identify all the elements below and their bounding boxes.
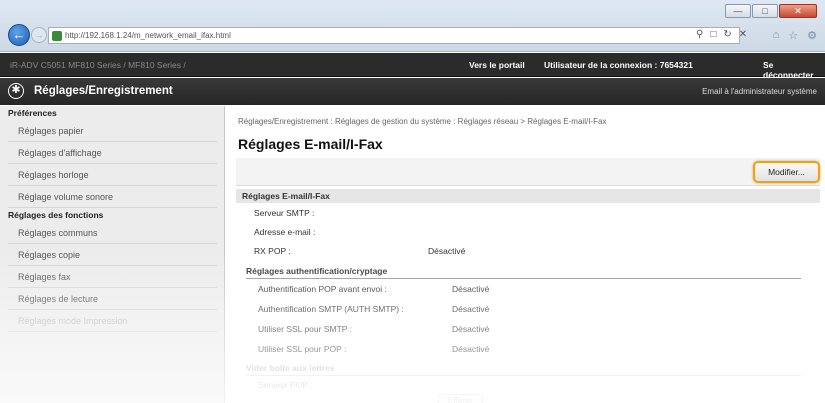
ssl-pop-value: Désactivé: [452, 344, 490, 354]
settings-gear-icon: ✱: [8, 83, 24, 99]
address-url: http://192.168.1.24/m_network_email_ifax…: [65, 31, 231, 40]
ssl-smtp-label: Utiliser SSL pour SMTP :: [258, 324, 353, 334]
forward-arrow-icon[interactable]: →: [31, 27, 47, 43]
security-icon[interactable]: □: [710, 29, 716, 40]
login-user-label: Utilisateur de la connexion : 7654321: [544, 60, 693, 70]
sidebar-item-volume[interactable]: Réglage volume sonore: [8, 186, 217, 208]
clear-pop-server-label: Serveur POP :: [258, 380, 313, 390]
page-section-title: Réglages/Enregistrement: [34, 85, 173, 97]
sidebar-item-paper[interactable]: Réglages papier: [8, 120, 217, 142]
sidebar-item-clock[interactable]: Réglages horloge: [8, 164, 217, 186]
divider: [246, 375, 801, 376]
clear-button[interactable]: Effacer: [438, 394, 483, 403]
ssl-smtp-value: Désactivé: [452, 324, 490, 334]
main-content: Réglages/Enregistrement : Réglages de ge…: [226, 106, 825, 403]
sidebar-item-display[interactable]: Réglages d'affichage: [8, 142, 217, 164]
mail-admin-link[interactable]: Email à l'administrateur système: [702, 87, 817, 96]
smtp-auth-label: Authentification SMTP (AUTH SMTP) :: [258, 304, 404, 314]
close-window-button[interactable]: ✕: [779, 4, 817, 18]
modify-button[interactable]: Modifier...: [753, 161, 820, 183]
pop-auth-value: Désactivé: [452, 284, 490, 294]
sidebar: Préférences Réglages papier Réglages d'a…: [0, 106, 225, 403]
breadcrumb: Réglages/Enregistrement : Réglages de ge…: [238, 117, 607, 126]
sidebar-item-copy[interactable]: Réglages copie: [8, 244, 217, 266]
home-icon[interactable]: ⌂: [773, 29, 780, 42]
sidebar-item-fax[interactable]: Réglages fax: [8, 266, 217, 288]
action-bar: Modifier...: [236, 158, 820, 186]
sidebar-item-common[interactable]: Réglages communs: [8, 222, 217, 244]
pop-auth-label: Authentification POP avant envoi :: [258, 284, 387, 294]
email-address-label: Adresse e-mail :: [254, 227, 316, 237]
maximize-button[interactable]: □: [752, 4, 778, 18]
ssl-pop-label: Utiliser SSL pour POP :: [258, 344, 347, 354]
sidebar-item-scan[interactable]: Réglages de lecture: [8, 288, 217, 310]
portal-link[interactable]: Vers le portail: [469, 60, 525, 70]
section-header: Réglages E-mail/I-Fax: [236, 189, 820, 203]
window-controls: — □ ✕: [725, 4, 817, 18]
top-bar: iR-ADV C5051 MF810 Series / MF810 Series…: [0, 53, 825, 80]
device-name: iR-ADV C5051 MF810 Series / MF810 Series…: [10, 60, 186, 70]
auth-section-title: Réglages authentification/cryptage: [246, 266, 388, 276]
rx-pop-value: Désactivé: [428, 246, 466, 256]
back-arrow-icon[interactable]: ←: [8, 24, 30, 46]
smtp-server-label: Serveur SMTP :: [254, 208, 315, 218]
stop-icon[interactable]: ✕: [739, 29, 747, 40]
address-bar[interactable]: http://192.168.1.24/m_network_email_ifax…: [48, 27, 740, 44]
search-icon[interactable]: ⚲: [696, 29, 703, 40]
rx-pop-label: RX POP :: [254, 246, 291, 256]
refresh-icon[interactable]: ↻: [723, 29, 731, 40]
page-title: Réglages E-mail/I-Fax: [238, 136, 383, 152]
logout-link[interactable]: Se déconnecter: [763, 60, 825, 80]
browser-chrome: — □ ✕ ← → http://192.168.1.24/m_network_…: [0, 0, 825, 52]
sidebar-item-print[interactable]: Réglages mode Impression: [8, 310, 217, 332]
sidebar-section-functions: Réglages des fonctions: [8, 210, 104, 220]
favorites-star-icon[interactable]: ☆: [788, 29, 798, 42]
sidebar-section-preferences: Préférences: [8, 108, 57, 118]
browser-toolbar-icons: ⌂ ☆ ⚙: [773, 29, 817, 42]
minimize-button[interactable]: —: [725, 4, 751, 18]
title-bar: ✱ Réglages/Enregistrement Email à l'admi…: [0, 78, 825, 105]
address-bar-tools: ⚲ □ ↻ ✕: [696, 29, 747, 40]
divider: [246, 278, 801, 279]
settings-gear-icon[interactable]: ⚙: [807, 29, 817, 42]
clear-mailbox-title: Vider boîte aux lettres: [246, 363, 335, 373]
smtp-auth-value: Désactivé: [452, 304, 490, 314]
favicon-icon: [52, 31, 62, 41]
